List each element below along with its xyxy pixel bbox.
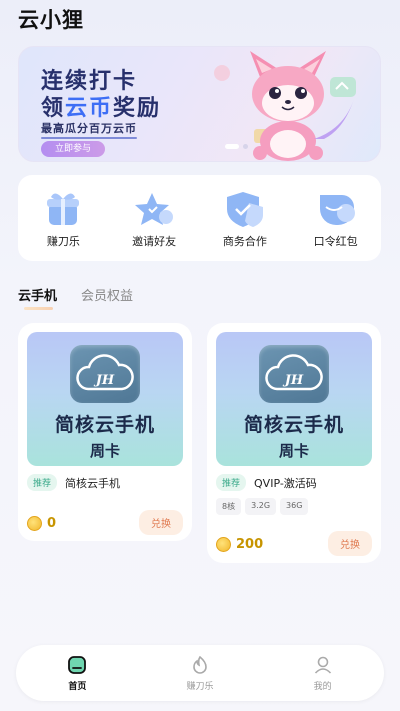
home-icon — [68, 656, 87, 674]
product-card[interactable]: JH 简核云手机 周卡 推荐 简核云手机 0 兑换 — [18, 323, 192, 541]
coin-icon — [216, 537, 231, 552]
tab-cloud-phone[interactable]: 云手机 — [18, 285, 57, 310]
nav-home[interactable]: 首页 — [37, 654, 117, 692]
spec-tag: 8核 — [216, 498, 242, 515]
product-name: QVIP-激活码 — [254, 476, 317, 490]
shortcut-panel: 赚刀乐 邀请好友 商务合作 口令红包 — [18, 175, 381, 261]
spec-tags: 8核 3.2G 36G — [216, 498, 372, 515]
red-packet-icon — [319, 195, 355, 225]
product-thumbnail: JH 简核云手机 周卡 — [216, 332, 372, 466]
fox-mascot-icon — [214, 51, 356, 161]
product-thumb-title: 简核云手机 — [54, 414, 155, 436]
banner-headline-2: 领云币奖励 — [41, 96, 162, 121]
product-thumb-subtitle: 周卡 — [89, 442, 120, 460]
exchange-button[interactable]: 兑换 — [139, 510, 183, 535]
product-price: 200 — [236, 537, 264, 552]
shortcut-red-packet[interactable]: 口令红包 — [296, 189, 376, 249]
recommend-badge: 推荐 — [216, 474, 247, 491]
svg-text:JH: JH — [93, 373, 115, 388]
coin-icon — [27, 516, 42, 531]
shortcut-invite-friends[interactable]: 邀请好友 — [114, 189, 194, 249]
flame-icon — [193, 655, 207, 674]
product-card[interactable]: JH 简核云手机 周卡 推荐 QVIP-激活码 8核 3.2G 36G 200 … — [207, 323, 381, 563]
shield-check-icon — [226, 192, 263, 227]
gift-box-icon — [47, 193, 80, 225]
promo-banner[interactable]: 连续打卡 领云币奖励 最高瓜分百万云币 立即参与 — [18, 46, 381, 162]
category-tabs: 云手机 会员权益 — [18, 285, 133, 310]
banner-subtitle: 最高瓜分百万云币 — [41, 122, 137, 139]
tab-member-benefits[interactable]: 会员权益 — [81, 285, 133, 304]
product-thumbnail: JH 简核云手机 周卡 — [27, 332, 183, 466]
user-icon — [314, 656, 331, 674]
product-price: 0 — [47, 516, 57, 531]
cloud-logo-icon: JH — [70, 345, 140, 403]
product-thumb-title: 简核云手机 — [243, 414, 344, 436]
star-invite-icon — [135, 193, 174, 225]
bottom-nav: 首页 赚刀乐 我的 — [16, 645, 384, 701]
product-name: 简核云手机 — [65, 476, 121, 490]
svg-text:JH: JH — [282, 373, 304, 388]
exchange-button[interactable]: 兑换 — [328, 531, 372, 556]
nav-mine[interactable]: 我的 — [283, 654, 363, 692]
spec-tag: 36G — [280, 498, 309, 515]
recommend-badge: 推荐 — [27, 474, 58, 491]
spec-tag: 3.2G — [245, 498, 277, 515]
nav-earn[interactable]: 赚刀乐 — [160, 654, 240, 692]
app-title: 云小狸 — [18, 8, 84, 32]
product-thumb-subtitle: 周卡 — [278, 442, 309, 460]
cloud-logo-icon: JH — [259, 345, 329, 403]
shortcut-earn[interactable]: 赚刀乐 — [23, 189, 103, 249]
join-now-button[interactable]: 立即参与 — [41, 141, 106, 157]
shortcut-business[interactable]: 商务合作 — [205, 189, 285, 249]
